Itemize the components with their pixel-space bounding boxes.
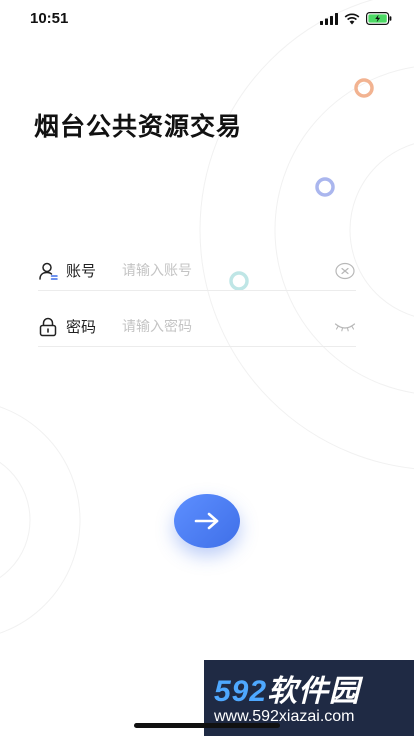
user-icon <box>38 261 58 281</box>
status-icons <box>320 12 392 25</box>
status-time: 10:51 <box>30 10 69 27</box>
page-title: 烟台公共资源交易 <box>34 112 243 141</box>
account-row: 账号 <box>38 251 356 291</box>
battery-charging-icon <box>366 12 392 25</box>
password-input[interactable] <box>122 318 322 335</box>
home-indicator[interactable] <box>134 723 280 728</box>
orange-ring <box>354 78 374 98</box>
clear-icon[interactable] <box>334 261 356 281</box>
lock-icon <box>38 317 58 337</box>
account-label: 账号 <box>66 262 97 280</box>
eye-closed-icon[interactable] <box>334 317 356 337</box>
watermark-name: 软件园 <box>267 675 361 708</box>
account-input[interactable] <box>122 262 322 279</box>
arrow-right-icon <box>194 512 219 530</box>
blue-ring <box>315 177 335 197</box>
password-label: 密码 <box>66 318 97 336</box>
submit-button[interactable] <box>174 494 240 548</box>
password-row: 密码 <box>38 307 356 347</box>
watermark-number: 592 <box>214 675 268 708</box>
signal-icon <box>320 12 338 25</box>
wifi-icon <box>344 13 360 24</box>
watermark-title: 592软件园 <box>214 666 360 710</box>
status-bar: 10:51 <box>0 0 414 40</box>
